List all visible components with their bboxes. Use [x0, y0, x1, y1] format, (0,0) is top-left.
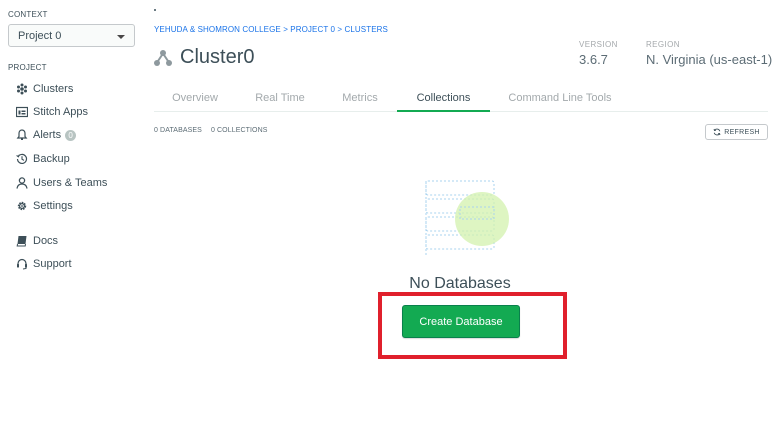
sidebar-item-label: Support	[33, 258, 72, 270]
tab-overview[interactable]: Overview	[154, 86, 236, 112]
sidebar: CONTEXT Project 0 PROJECT Clusters Stitc…	[0, 0, 142, 425]
gear-icon	[15, 200, 28, 213]
clusters-icon	[15, 83, 28, 96]
page-title: Cluster0	[180, 46, 255, 68]
sidebar-item-label: Settings	[33, 200, 73, 212]
sidebar-item-label: Stitch Apps	[33, 106, 89, 118]
user-icon	[15, 177, 28, 190]
sidebar-item-settings[interactable]: Settings	[15, 198, 73, 214]
sidebar-item-backup[interactable]: Backup	[15, 151, 70, 167]
sidebar-item-docs[interactable]: Docs	[15, 233, 58, 249]
chevron-down-icon	[117, 35, 125, 39]
breadcrumb-dot	[154, 9, 156, 11]
refresh-label: REFRESH	[724, 128, 760, 136]
project-label: PROJECT	[8, 63, 47, 72]
project-select-value: Project 0	[18, 30, 62, 42]
highlight-box	[378, 292, 567, 359]
sidebar-item-label: Users & Teams	[33, 177, 108, 189]
sidebar-item-users-teams[interactable]: Users & Teams	[15, 175, 107, 191]
tab-metrics[interactable]: Metrics	[324, 86, 396, 112]
sidebar-item-clusters[interactable]: Clusters	[15, 81, 73, 97]
headset-icon	[15, 258, 28, 271]
region-value: N. Virginia (us-east-1)	[646, 52, 773, 67]
sidebar-item-support[interactable]: Support	[15, 256, 72, 272]
alerts-count-badge: 0	[65, 129, 77, 141]
sidebar-item-label: Clusters	[33, 83, 74, 95]
empty-database-illustration-icon	[425, 180, 509, 257]
refresh-icon	[713, 128, 721, 136]
empty-state-text: No Databases	[409, 275, 511, 292]
tab-command-line-tools[interactable]: Command Line Tools	[497, 86, 623, 112]
tab-real-time[interactable]: Real Time	[238, 86, 322, 112]
collection-counts: 0 DATABASES 0 COLLECTIONS	[154, 127, 275, 134]
cluster-nodes-icon	[154, 49, 172, 66]
sidebar-item-stitch-apps[interactable]: Stitch Apps	[15, 104, 88, 120]
sidebar-item-label: Docs	[33, 235, 59, 247]
context-label: CONTEXT	[8, 10, 48, 19]
sidebar-item-alerts[interactable]: Alerts 0	[15, 127, 77, 143]
bell-icon	[15, 129, 28, 142]
collections-count: 0 COLLECTIONS	[210, 127, 268, 134]
book-icon	[15, 235, 28, 248]
cluster-title: Cluster0	[154, 46, 254, 69]
version-value: 3.6.7	[579, 52, 608, 67]
sidebar-item-label: Backup	[33, 153, 70, 165]
stitch-icon	[15, 106, 28, 119]
breadcrumb-text[interactable]: YEHUDA & SHOMRON COLLEGE > PROJECT 0 > C…	[154, 25, 388, 34]
project-select[interactable]: Project 0	[8, 24, 135, 47]
breadcrumb[interactable]: YEHUDA & SHOMRON COLLEGE > PROJECT 0 > C…	[154, 25, 388, 34]
sidebar-item-label: Alerts	[33, 129, 62, 141]
backup-clock-icon	[15, 153, 28, 166]
version-label: VERSION	[579, 40, 618, 49]
refresh-button[interactable]: REFRESH	[705, 124, 768, 140]
databases-count: 0 DATABASES	[154, 127, 202, 134]
cluster-tabs: Overview Real Time Metrics Collections C…	[154, 86, 768, 112]
tab-collections[interactable]: Collections	[397, 86, 490, 112]
region-label: REGION	[646, 40, 680, 49]
